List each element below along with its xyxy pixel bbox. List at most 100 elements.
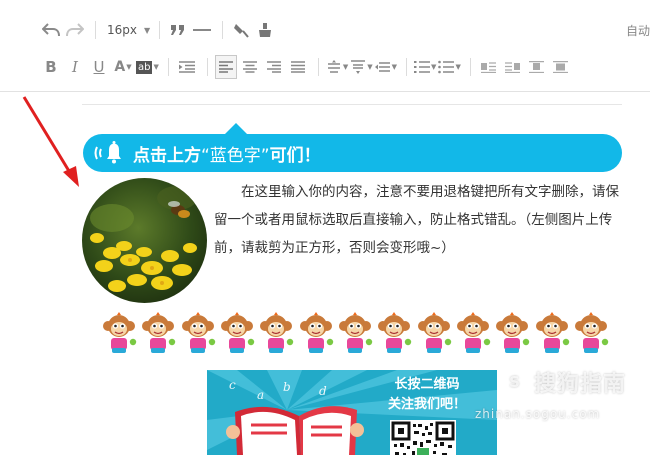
redo-button[interactable] xyxy=(64,18,86,42)
indent-icon xyxy=(178,61,195,73)
horizontal-rule-button[interactable] xyxy=(191,18,213,42)
monkey-icon xyxy=(336,312,374,354)
monkey-divider xyxy=(100,312,610,354)
align-justify-button[interactable] xyxy=(287,55,309,79)
monkey-icon xyxy=(257,312,295,354)
toolbar-separator xyxy=(159,21,161,39)
underline-icon: U xyxy=(93,58,105,76)
line-height-button[interactable]: ▼ xyxy=(326,55,348,79)
align-left-button[interactable] xyxy=(214,55,237,79)
format-brush-icon xyxy=(234,24,249,38)
blockquote-icon xyxy=(171,25,185,35)
qr-title-line2: 关注我们吧！ xyxy=(387,397,466,412)
undo-icon xyxy=(42,23,60,37)
divider xyxy=(82,104,622,105)
toolbar-separator xyxy=(406,58,408,76)
image-float-right-button[interactable] xyxy=(502,55,524,79)
image-float-left-icon xyxy=(481,62,497,73)
watermark-url: zhinan.sogou.com xyxy=(475,407,601,421)
image-float-left-button[interactable] xyxy=(478,55,500,79)
chevron-down-icon: ▼ xyxy=(144,25,151,35)
toolbar-row-1: 16px ▼ xyxy=(40,17,278,43)
sogou-watermark: S 搜狗指南 xyxy=(500,366,626,398)
paragraph-spacing-icon xyxy=(351,60,366,74)
clear-format-button[interactable] xyxy=(254,18,276,42)
editor-content-area[interactable]: 点击上方“蓝色字”可们！ 在这里输入你的内容，注意不要用退格键把所有文字删除，请… xyxy=(0,92,650,455)
undo-button[interactable] xyxy=(40,18,62,42)
monkey-icon xyxy=(297,312,335,354)
watermark-brand: 搜狗指南 xyxy=(534,372,627,397)
qr-title: 长按二维码 关注我们吧！ xyxy=(382,375,472,415)
font-color-button[interactable]: A ▼ xyxy=(112,55,134,79)
align-center-icon xyxy=(242,61,257,73)
monkey-icon xyxy=(218,312,256,354)
clear-format-icon xyxy=(259,23,272,37)
ordered-list-button[interactable]: ▼ xyxy=(414,55,436,79)
monkey-icon xyxy=(454,312,492,354)
paragraph-spacing-button[interactable]: ▼ xyxy=(350,55,373,79)
background-color-icon: ab xyxy=(136,60,153,74)
qr-title-line1: 长按二维码 xyxy=(394,377,460,392)
chevron-down-icon: ▼ xyxy=(367,63,373,71)
monkey-icon xyxy=(139,312,177,354)
qr-code-image[interactable] xyxy=(390,420,456,455)
image-none-button[interactable] xyxy=(550,55,572,79)
toolbar-separator xyxy=(167,58,169,76)
indent-button[interactable] xyxy=(176,55,198,79)
horizontal-rule-icon xyxy=(193,29,212,31)
toolbar-separator xyxy=(95,21,96,39)
follow-banner: 点击上方“蓝色字”可们！ xyxy=(83,134,622,172)
monkey-icon xyxy=(100,312,138,354)
autosave-label: 自动 xyxy=(625,24,650,38)
italic-button[interactable]: I xyxy=(64,55,86,79)
monkey-icon xyxy=(179,312,217,354)
bell-icon xyxy=(89,134,133,172)
qr-card-letter: d xyxy=(319,384,327,398)
toolbar-separator xyxy=(469,58,471,76)
align-left-icon xyxy=(218,61,233,73)
image-center-icon xyxy=(529,61,545,73)
monkey-icon xyxy=(493,312,531,354)
blockquote-button[interactable] xyxy=(167,18,189,42)
font-size-select[interactable]: 16px ▼ xyxy=(103,18,150,42)
editor-toolbar: 16px ▼ 自动 B I U A ▼ ab ▼ ▼ ▼ ▼ ▼ ▼ xyxy=(0,0,650,92)
monkey-icon xyxy=(375,312,413,354)
banner-text: 点击上方“蓝色字”可们！ xyxy=(133,141,321,166)
unordered-list-button[interactable]: ▼ xyxy=(438,55,461,79)
align-justify-icon xyxy=(290,61,305,73)
ordered-list-icon xyxy=(414,61,431,73)
underline-button[interactable]: U xyxy=(88,55,110,79)
font-size-value: 16px xyxy=(107,23,137,37)
align-right-icon xyxy=(266,61,281,73)
qr-card-letter: c xyxy=(229,378,236,392)
circular-flower-photo[interactable] xyxy=(82,178,207,303)
qr-card-letter: a xyxy=(257,388,265,402)
toolbar-separator xyxy=(317,58,319,76)
italic-icon: I xyxy=(72,58,78,76)
letter-spacing-button[interactable]: ▼ xyxy=(374,55,397,79)
monkey-icon xyxy=(572,312,610,354)
font-color-icon: A xyxy=(114,59,126,75)
toolbar-separator xyxy=(206,58,208,76)
format-brush-button[interactable] xyxy=(230,18,252,42)
chevron-down-icon: ▼ xyxy=(455,63,461,71)
background-color-button[interactable]: ab ▼ xyxy=(136,55,159,79)
image-center-button[interactable] xyxy=(526,55,548,79)
align-right-button[interactable] xyxy=(263,55,285,79)
letter-spacing-icon xyxy=(374,62,390,72)
sogou-logo-icon: S xyxy=(500,367,530,397)
unordered-list-icon xyxy=(438,60,455,74)
image-none-icon xyxy=(553,61,569,73)
body-paragraph[interactable]: 在这里输入你的内容，注意不要用退格键把所有文字删除，请保留一个或者用鼠标选取后直… xyxy=(214,178,624,262)
monkey-icon xyxy=(533,312,571,354)
bold-button[interactable]: B xyxy=(40,55,62,79)
align-center-button[interactable] xyxy=(239,55,261,79)
toolbar-separator xyxy=(222,21,224,39)
chevron-down-icon: ▼ xyxy=(153,63,159,71)
chevron-down-icon: ▼ xyxy=(342,63,349,71)
banner-text-before: 点击上方 xyxy=(133,145,201,166)
chevron-down-icon: ▼ xyxy=(126,63,132,71)
banner-text-highlight: “蓝色字” xyxy=(201,145,270,166)
qr-card-letter: b xyxy=(283,380,291,394)
bold-icon: B xyxy=(45,58,57,76)
